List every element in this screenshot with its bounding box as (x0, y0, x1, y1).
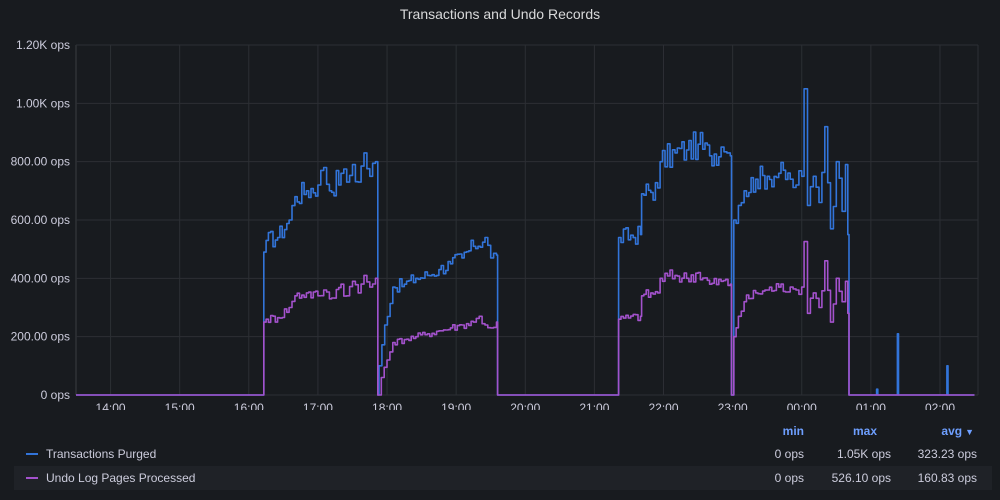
legend-avg-value: 160.83 ops (917, 471, 977, 485)
y-tick-label: 1.20K ops (16, 38, 70, 52)
legend-header-avg[interactable]: avg ▼ (899, 424, 974, 438)
legend-row-undo[interactable]: Undo Log Pages Processed 0 ops 526.10 op… (14, 466, 992, 490)
legend-header-max[interactable]: max (814, 424, 877, 438)
legend-max-value: 1.05K ops (836, 447, 891, 461)
y-tick-label: 200.00 ops (11, 330, 70, 344)
x-tick-label: 14:00 (96, 401, 126, 410)
legend-max-value: 526.10 ops (831, 471, 891, 485)
legend-swatch (26, 477, 38, 479)
legend-header: min max avg ▼ (14, 420, 992, 442)
y-tick-label: 1.00K ops (16, 96, 70, 110)
x-tick-label: 02:00 (925, 401, 955, 410)
x-tick-label: 23:00 (718, 401, 748, 410)
legend-min-value: 0 ops (774, 447, 804, 461)
legend-header-avg-label: avg (941, 424, 963, 438)
legend-row-transactions[interactable]: Transactions Purged 0 ops 1.05K ops 323.… (14, 442, 992, 466)
legend-series-name[interactable]: Undo Log Pages Processed (46, 466, 195, 490)
legend-header-min[interactable]: min (734, 424, 804, 438)
x-tick-label: 20:00 (510, 401, 540, 410)
grid (75, 44, 979, 396)
x-tick-label: 15:00 (165, 401, 195, 410)
chart-plot[interactable]: 0 ops 200.00 ops 400.00 ops 600.00 ops 800.0… (0, 0, 1000, 410)
x-tick-label: 22:00 (648, 401, 678, 410)
y-tick-label: 600.00 ops (11, 213, 70, 227)
legend-min-value: 0 ops (774, 471, 804, 485)
legend-swatch (26, 453, 38, 455)
x-tick-label: 19:00 (441, 401, 471, 410)
y-tick-label: 400.00 ops (11, 271, 70, 285)
x-tick-label: 18:00 (372, 401, 402, 410)
x-tick-label: 00:00 (787, 401, 817, 410)
y-tick-label: 800.00 ops (11, 155, 70, 169)
chevron-down-icon: ▼ (965, 427, 974, 437)
legend-series-name[interactable]: Transactions Purged (46, 442, 156, 466)
x-tick-label: 21:00 (579, 401, 609, 410)
x-tick-label: 17:00 (303, 401, 333, 410)
axes: 0 ops 200.00 ops 400.00 ops 600.00 ops 800.0… (11, 38, 956, 410)
x-tick-label: 16:00 (234, 401, 264, 410)
legend-avg-value: 323.23 ops (917, 447, 977, 461)
y-tick-label: 0 ops (41, 388, 70, 402)
legend: min max avg ▼ Transactions Purged 0 ops 1… (14, 420, 992, 490)
x-tick-label: 01:00 (856, 401, 886, 410)
